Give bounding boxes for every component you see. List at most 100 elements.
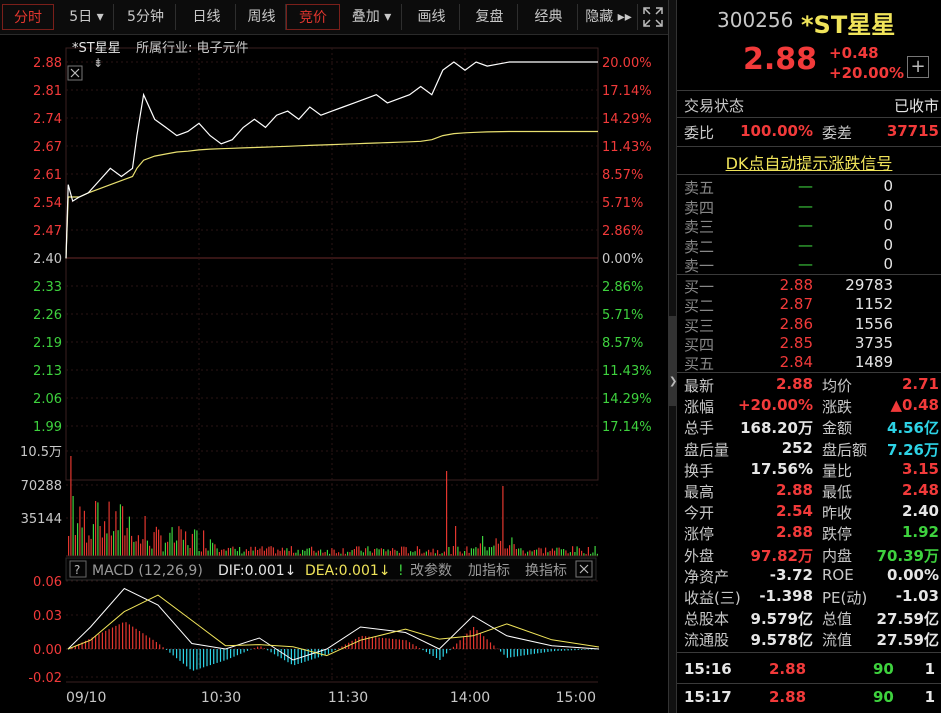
volume-bar (185, 531, 187, 556)
quote-panel: 300256 *ST星星 2.88 +0.48 +20.00% + 交易状态 已… (677, 0, 941, 713)
volume-bar (324, 552, 326, 556)
volume-bar (380, 548, 382, 556)
volume-bar (239, 547, 241, 556)
volume-bar (351, 550, 353, 556)
volume-bar (191, 533, 193, 556)
volume-bar (122, 506, 124, 556)
macd-add-indicator-button[interactable]: 加指标 (468, 563, 510, 579)
macd-bar (408, 642, 411, 649)
macd-bar (530, 649, 532, 655)
tab-weekly[interactable]: 周线 (238, 4, 286, 30)
tab-5min[interactable]: 5分钟 (116, 4, 176, 30)
volume-bar (149, 545, 151, 556)
dk-signal-link[interactable]: DK点自动提示涨跌信号 (677, 150, 941, 174)
macd-bar (334, 649, 336, 651)
macd-bar (584, 649, 586, 650)
volume-bar (428, 549, 430, 556)
buy-level-2[interactable]: 买二 2.87 1152 (677, 295, 941, 315)
volume-bar (581, 550, 583, 556)
volume-bar (475, 547, 477, 556)
volume-bar (320, 549, 322, 556)
buy-level-1[interactable]: 买一 2.88 29783 (677, 276, 941, 296)
volume-bar (326, 549, 328, 556)
sell-level-1[interactable]: 卖五 — 0 (677, 177, 941, 197)
volume-bar (254, 546, 256, 556)
pct-axis-ticks: 20.00% 17.14% 14.29% 11.43% 8.57% 5.71% 2.86% 0… (602, 56, 652, 435)
macd-bar (297, 649, 299, 664)
volume-bar (180, 529, 182, 556)
level-volume: 0 (883, 255, 893, 273)
tab-overlay[interactable]: 叠加 ▾ (342, 4, 402, 30)
volume-bar (385, 551, 387, 556)
stock-code: 300256 (717, 8, 794, 32)
sell-level-3[interactable]: 卖三 — 0 (677, 216, 941, 236)
macd-bar (385, 638, 387, 649)
last-price: 2.88 (743, 42, 818, 77)
macd-bar (419, 648, 421, 649)
volume-bar (495, 538, 497, 556)
price-tick: 2.13 (33, 364, 62, 379)
level-price: — (798, 255, 813, 273)
volume-bar (212, 542, 214, 556)
volume-bar (113, 531, 115, 556)
macd-switch-indicator-button[interactable]: 换指标 (525, 562, 567, 579)
macd-bar (118, 624, 120, 650)
sell-level-5[interactable]: 卖一 — 0 (677, 255, 941, 275)
sell-level-2[interactable]: 卖四 — 0 (677, 197, 941, 217)
panel-splitter-handle[interactable] (669, 316, 676, 406)
stat-row: 涨幅 +20.00% 涨跌 ▲0.48 (684, 396, 939, 417)
macd-bar (550, 649, 552, 652)
volume-bar (194, 529, 196, 556)
chart-close-icon[interactable] (67, 65, 83, 81)
volume-bar (79, 506, 81, 556)
volume-bar (248, 551, 250, 556)
price-tick: 2.74 (33, 112, 62, 127)
volume-bar (302, 549, 304, 556)
tab-classic[interactable]: 经典 (520, 4, 578, 30)
macd-bar (442, 649, 444, 657)
tab-5day[interactable]: 5日 ▾ (60, 4, 114, 30)
volume-bar (171, 527, 173, 556)
volume-bar (477, 548, 479, 556)
buy-level-4[interactable]: 买四 2.85 3735 (677, 334, 941, 354)
buy-level-5[interactable]: 买五 2.84 1489 (677, 353, 941, 373)
volume-bar (225, 550, 227, 556)
tab-daily[interactable]: 日线 (178, 4, 236, 30)
volume-bar (95, 501, 97, 556)
macd-bar (280, 649, 282, 659)
tab-replay[interactable]: 复盘 (462, 4, 518, 30)
volume-bar (140, 543, 142, 556)
macd-bar (236, 649, 238, 656)
macd-bar (422, 649, 424, 651)
macd-bar (216, 649, 218, 663)
tab-auction[interactable]: 竞价 (286, 4, 340, 30)
volume-bar (493, 545, 495, 556)
tab-intraday[interactable]: 分时 (2, 4, 54, 30)
volume-bar (252, 550, 254, 556)
sell-level-4[interactable]: 卖二 — 0 (677, 236, 941, 256)
macd-bar (294, 649, 296, 666)
tab-hide[interactable]: 隐藏 ▸▸ (580, 4, 638, 30)
time-tick: 09/10 (66, 690, 106, 706)
collapse-arrow-icon[interactable]: ❯ (669, 372, 677, 392)
add-watchlist-button[interactable]: + (907, 56, 929, 78)
volume-bar (311, 546, 313, 556)
macd-bar (98, 634, 100, 649)
volume-bar (272, 547, 274, 556)
volume-bar (554, 550, 556, 556)
buy-level-3[interactable]: 买三 2.86 1556 (677, 315, 941, 335)
macd-bar (381, 637, 384, 649)
volume-bar (128, 516, 130, 556)
macd-bar (223, 649, 225, 661)
volume-bar (416, 546, 418, 556)
macd-bar (209, 649, 211, 666)
fullscreen-icon[interactable] (642, 6, 664, 28)
pct-tick: 11.43% (602, 364, 652, 379)
level-label: 买四 (684, 335, 715, 354)
tab-draw[interactable]: 画线 (404, 4, 460, 30)
chart-toolbar: 分时 5日 ▾ 5分钟 日线 周线 竞价 叠加 ▾ 画线 复盘 经典 隐藏 ▸▸ (0, 0, 668, 35)
volume-bar (137, 535, 139, 556)
macd-bar (459, 640, 461, 649)
pin-icon[interactable]: ⇟ (93, 56, 103, 70)
macd-edit-params-button[interactable]: 改参数 (410, 562, 452, 579)
